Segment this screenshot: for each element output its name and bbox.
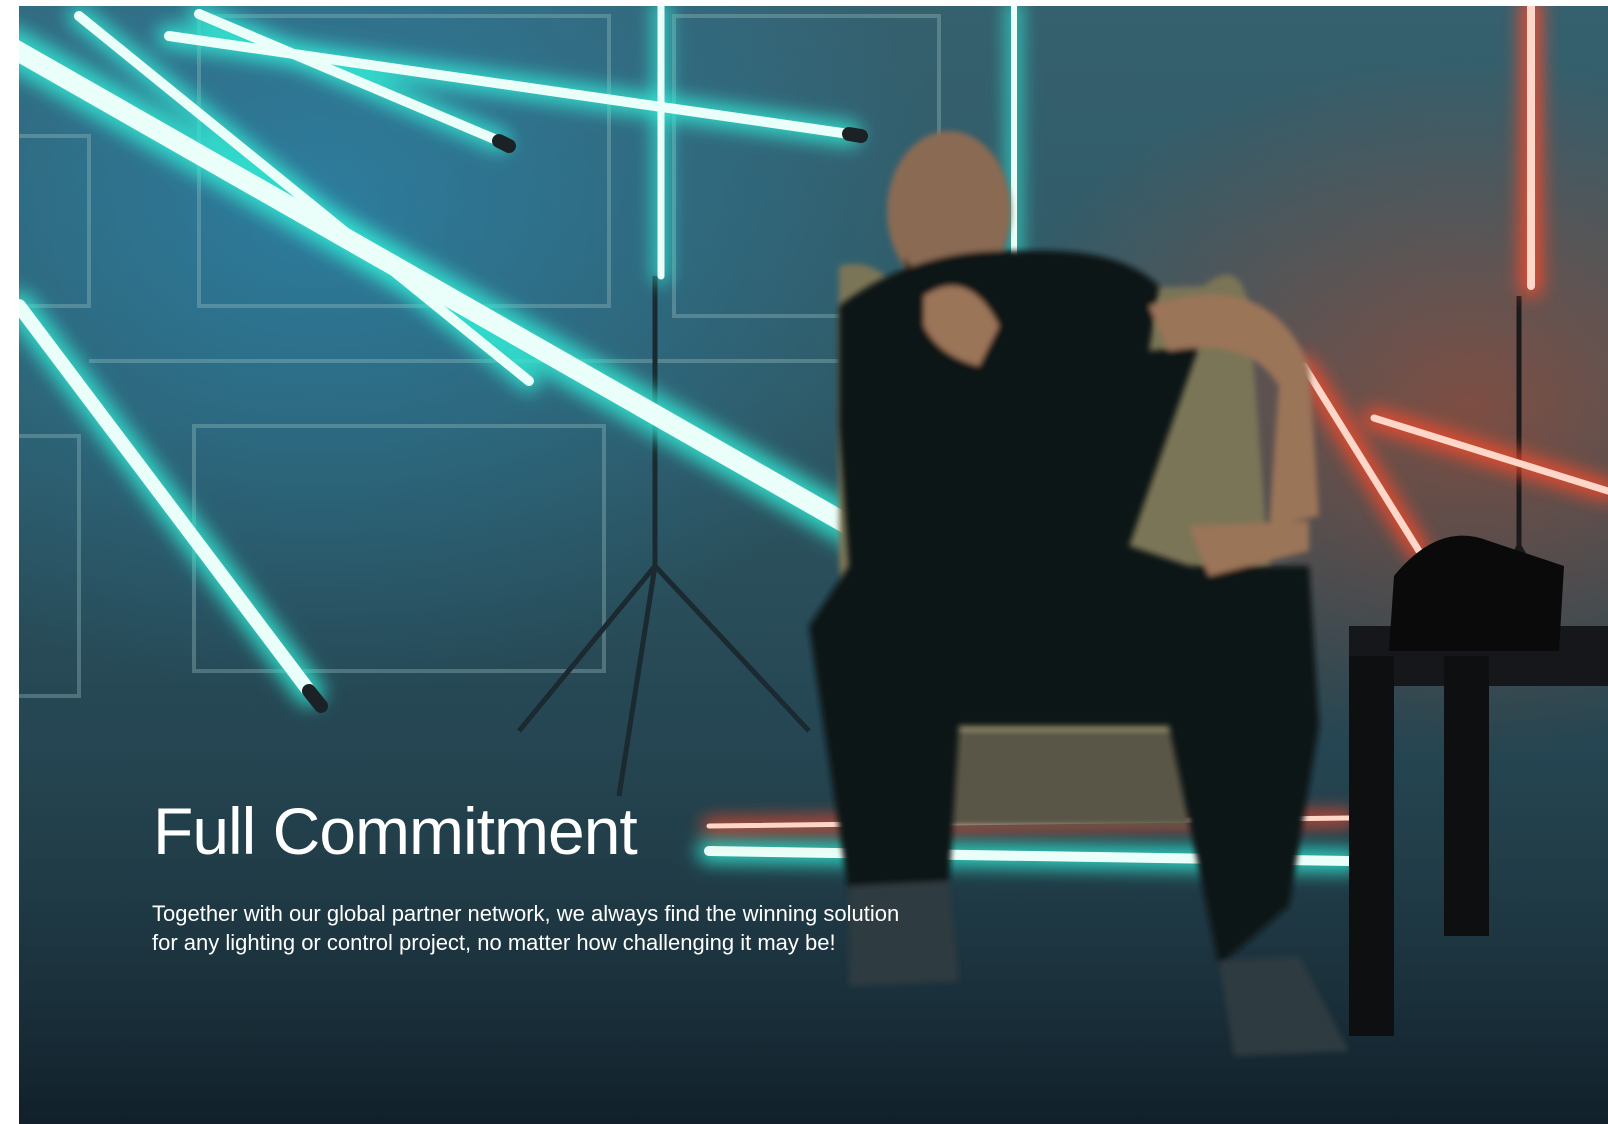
- hero-description: Together with our global partner network…: [152, 899, 1032, 957]
- hero-description-line-2: for any lighting or control project, no …: [152, 930, 836, 955]
- page-title: Full Commitment: [153, 794, 638, 868]
- hero-banner: Full Commitment Together with our global…: [19, 6, 1608, 1124]
- hero-description-line-1: Together with our global partner network…: [152, 901, 900, 926]
